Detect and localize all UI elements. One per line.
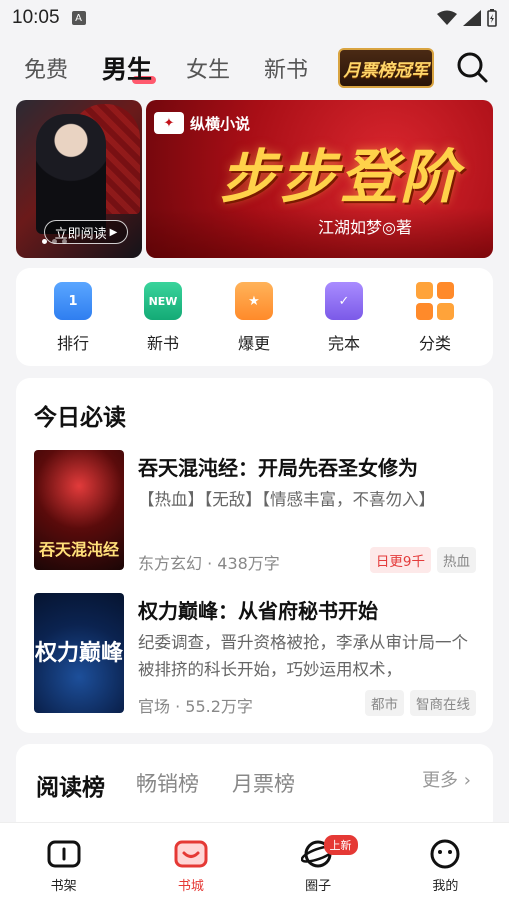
nav-bookshelf[interactable]: 书架 [0, 823, 127, 906]
shortcut-completed[interactable]: ✓ 完本 [309, 282, 379, 354]
category-shortcuts: 1 排行 NEW 新书 ★ 爆更 ✓ 完本 分类 [16, 268, 493, 366]
shortcut-label: 完本 [327, 334, 360, 353]
book-tags: 日更9千 热血 [369, 547, 476, 573]
carousel-dot [62, 239, 67, 244]
book-title: 吞天混沌经：开局先吞圣女修为 [138, 456, 418, 480]
tag-genre: 都市 [365, 690, 404, 716]
banner-title: 步步登阶 [220, 143, 461, 211]
tab-male[interactable]: 男生 [102, 50, 157, 86]
book-meta: 官场 · 55.2万字 [138, 697, 253, 716]
shortcut-category[interactable]: 分类 [400, 282, 470, 354]
tag-genre: 热血 [437, 547, 476, 573]
tag-daily-update: 日更9千 [369, 547, 431, 573]
carousel-dot-active [42, 239, 47, 244]
book-description: 【热血】【无敌】【情感丰富，不喜勿入】 [138, 490, 435, 509]
tab-bestseller-rank[interactable]: 畅销榜 [136, 768, 199, 798]
profile-icon [430, 839, 460, 869]
search-icon[interactable] [455, 50, 489, 84]
nav-bookstore[interactable]: 书城 [127, 823, 254, 906]
tab-reading-rank[interactable]: 阅读榜 [36, 768, 109, 802]
more-link[interactable]: 更多 › [422, 766, 471, 792]
banner-slide-main[interactable]: ✦ 纵横小说 步步登阶 江湖如梦◎著 [146, 100, 493, 258]
bookstore-icon [174, 840, 208, 868]
banner-slide-left[interactable]: 立即阅读 ▶ [16, 100, 142, 258]
shortcut-label: 新书 [146, 334, 179, 353]
signal-icon [463, 10, 481, 26]
chevron-right-icon: › [463, 770, 471, 791]
book-tags: 都市 智商在线 [365, 690, 476, 716]
book-description: 纪委调查，晋升资格被抢，李承从审计局一个被排挤的科长开始，巧妙运用权术， [138, 633, 468, 679]
tab-new-books[interactable]: 新书 [264, 52, 308, 84]
horse-logo-icon: ✦ [154, 112, 184, 134]
book-item[interactable]: 权力巅峰 权力巅峰：从省府秘书开始 纪委调查，晋升资格被抢，李承从审计局一个被排… [34, 593, 476, 716]
rank-icon: 1 [54, 282, 92, 320]
notification-icon: A [71, 11, 86, 25]
book-cover: 吞天混沌经 [34, 450, 124, 570]
banner-carousel[interactable]: 立即阅读 ▶ ✦ 纵横小说 步步登阶 江湖如梦◎著 [16, 100, 493, 258]
banner-author: 江湖如梦◎著 [318, 218, 412, 237]
bottom-nav: 书架 书城 上新 圈子 我的 [0, 822, 509, 906]
tag-feature: 智商在线 [410, 690, 476, 716]
play-arrow-icon: ▶ [109, 226, 118, 238]
shortcut-new[interactable]: NEW 新书 [128, 282, 198, 354]
book-meta: 东方玄幻 · 438万字 [138, 554, 280, 573]
nav-label: 圈子 [305, 879, 332, 894]
check-icon: ✓ [325, 282, 363, 320]
status-bar: 10:05 A [0, 0, 509, 36]
nav-label: 书架 [50, 879, 77, 894]
shortcut-label: 爆更 [237, 334, 270, 353]
shortcut-label: 排行 [56, 334, 89, 353]
shortcut-label: 分类 [418, 334, 451, 353]
more-label: 更多 [422, 770, 459, 791]
book-cover: 权力巅峰 [34, 593, 124, 713]
section-title: 今日必读 [34, 405, 126, 431]
banner-character-image [36, 114, 106, 234]
new-badge: 上新 [323, 835, 358, 855]
wifi-icon [437, 10, 457, 25]
grid-icon [416, 282, 454, 320]
new-icon: NEW [144, 282, 182, 320]
book-item[interactable]: 吞天混沌经 吞天混沌经：开局先吞圣女修为 【热血】【无敌】【情感丰富，不喜勿入】… [34, 450, 476, 573]
shortcut-rank[interactable]: 1 排行 [38, 282, 108, 354]
carousel-dot [52, 239, 57, 244]
nav-label: 书城 [177, 879, 204, 894]
status-time: 10:05 [12, 7, 60, 28]
bookshelf-icon [47, 840, 81, 868]
book-title: 权力巅峰：从省府秘书开始 [138, 599, 378, 623]
carousel-dots [42, 239, 67, 244]
tab-free[interactable]: 免费 [24, 52, 68, 84]
nav-label: 我的 [432, 879, 459, 894]
fire-icon: ★ [235, 282, 273, 320]
tab-female[interactable]: 女生 [186, 52, 230, 84]
nav-circle[interactable]: 上新 圈子 [255, 823, 382, 906]
shortcut-hot-update[interactable]: ★ 爆更 [219, 282, 289, 354]
ranking-section: 阅读榜 畅销榜 月票榜 更多 › [16, 744, 493, 834]
nav-profile[interactable]: 我的 [382, 823, 509, 906]
battery-icon [487, 9, 497, 27]
tab-monthly-ticket-rank[interactable]: 月票榜 [232, 768, 295, 798]
monthly-ticket-champion-logo[interactable]: 月票榜冠军 [338, 48, 434, 88]
today-must-read-section: 今日必读 吞天混沌经 吞天混沌经：开局先吞圣女修为 【热血】【无敌】【情感丰富，… [16, 378, 493, 733]
